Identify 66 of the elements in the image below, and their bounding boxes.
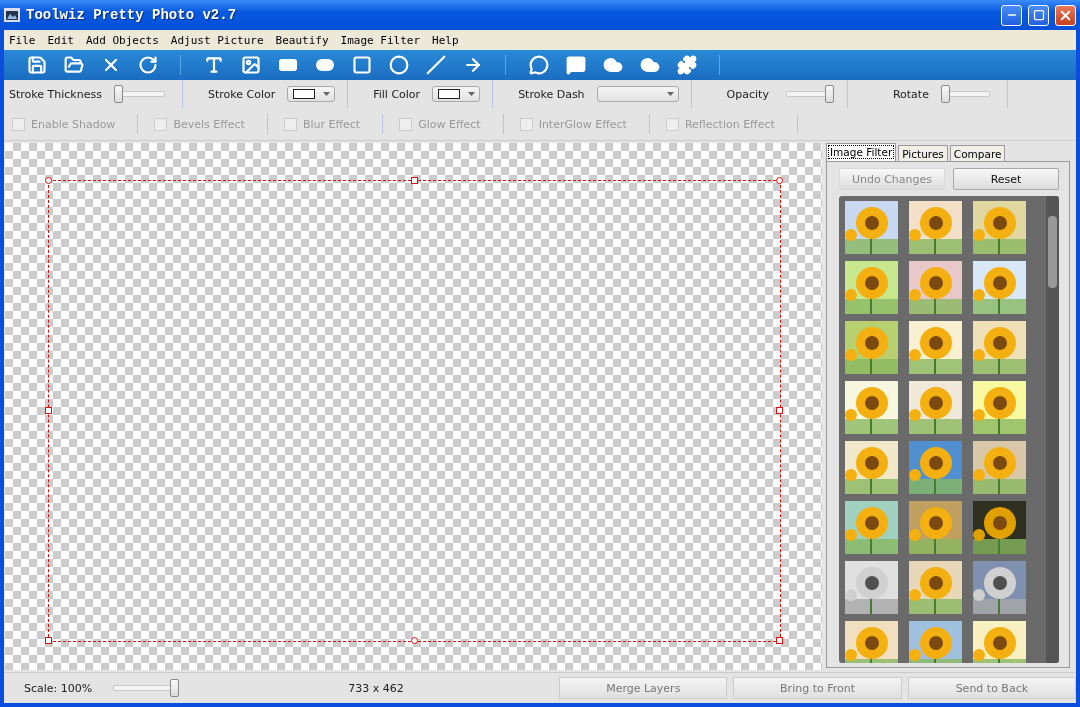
folder-icon	[63, 55, 84, 75]
checkbox-label: Glow Effect	[418, 117, 481, 131]
speech-bubble-icon	[528, 55, 549, 75]
rectangle-icon	[351, 55, 372, 75]
thought-bubble-icon	[602, 55, 623, 75]
checkbox-label: InterGlow Effect	[538, 117, 627, 131]
caret-icon	[468, 92, 476, 96]
caret-icon	[666, 92, 674, 96]
option-label: Stroke Dash	[518, 87, 585, 101]
ellipse-icon	[388, 55, 409, 75]
slider-thumb[interactable]	[824, 85, 834, 103]
maximize-button[interactable]	[1028, 4, 1049, 26]
maximize-icon	[1032, 9, 1045, 21]
cloud-icon	[639, 55, 660, 75]
option-label: Fill Color	[373, 87, 421, 101]
canvas-size: 733 x 462	[348, 681, 405, 695]
color-dropdown[interactable]	[432, 86, 481, 102]
resize-handle[interactable]	[410, 177, 418, 184]
color-swatch	[438, 89, 461, 99]
slider-thumb[interactable]	[940, 85, 950, 103]
menu-item[interactable]: File	[9, 33, 36, 47]
resize-handle[interactable]	[45, 407, 52, 414]
close-button[interactable]	[1055, 4, 1076, 26]
speech-bubble-icon	[565, 55, 586, 75]
color-dropdown[interactable]	[287, 86, 336, 102]
panel-tab[interactable]: Pictures	[898, 145, 948, 161]
scroll-thumb[interactable]	[1048, 216, 1057, 288]
app-icon	[4, 8, 20, 22]
resize-handle[interactable]	[45, 177, 52, 184]
resize-handle[interactable]	[776, 637, 783, 644]
reset-button[interactable]: Reset	[953, 168, 1059, 190]
menu-item[interactable]: Add Objects	[86, 33, 159, 47]
rounded-shape-icon	[315, 59, 334, 71]
image-icon	[240, 55, 261, 75]
rounded-rectangle-icon	[278, 59, 297, 71]
panel-tab[interactable]: Image Filter	[826, 143, 897, 161]
line-icon	[425, 55, 446, 75]
menu-item[interactable]: Help	[432, 33, 459, 47]
save-icon	[26, 55, 47, 75]
option-label: Rotate	[892, 87, 929, 101]
minimize-button[interactable]	[1001, 4, 1022, 26]
option-label: Stroke Thickness	[9, 87, 102, 101]
refresh-icon	[137, 55, 158, 75]
checkbox-label: Bevels Effect	[173, 117, 245, 131]
checkbox-label: Blur Effect	[302, 117, 361, 131]
scale-label: Scale: 100%	[24, 681, 94, 695]
slider-thumb[interactable]	[113, 85, 123, 103]
window-title: Toolwiz Pretty Photo v2.7	[26, 7, 238, 23]
checkbox-label: Reflection Effect	[684, 117, 775, 131]
option-label: Stroke Color	[207, 87, 276, 101]
resize-handle[interactable]	[410, 637, 418, 644]
checkbox-label: Enable Shadow	[31, 117, 116, 131]
menu-item[interactable]: Image Filter	[340, 33, 421, 47]
option-label: Opacity	[726, 87, 769, 101]
caret-icon	[323, 92, 331, 96]
resize-handle[interactable]	[45, 637, 52, 644]
menu-item[interactable]: Beautify	[275, 33, 329, 47]
menu-item[interactable]: Adjust Picture	[170, 33, 264, 47]
panel-tab[interactable]: Compare	[949, 145, 1006, 161]
color-swatch	[293, 89, 316, 99]
scrollbar[interactable]	[1046, 196, 1059, 663]
resize-handle[interactable]	[776, 177, 783, 184]
slider-thumb[interactable]	[170, 679, 180, 697]
text-icon	[203, 55, 224, 75]
menu-item[interactable]: Edit	[47, 33, 74, 47]
resize-handle[interactable]	[776, 407, 783, 414]
